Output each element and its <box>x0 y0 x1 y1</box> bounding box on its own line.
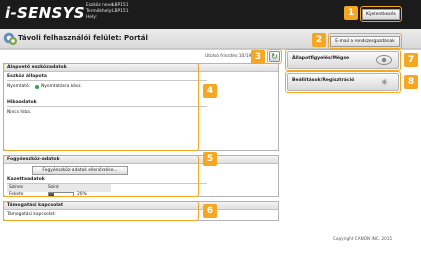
settings-icon: ✴ <box>379 76 390 89</box>
settings-registration-button[interactable]: Beállítások/Regisztráció ✴ <box>287 73 399 91</box>
divider <box>7 106 207 107</box>
divider <box>0 49 421 50</box>
toner-level-text: 20% <box>77 192 87 197</box>
annotation-marker-8: 8 <box>404 75 418 89</box>
device-status-heading: Eszköz állapota <box>7 74 47 79</box>
portal-icon <box>3 32 17 45</box>
consumables-panel: Fogyóeszköz-adatok Fogyóeszköz-adatok el… <box>3 155 279 197</box>
location-label: Hely: <box>86 15 97 20</box>
support-text: Támogatási kapcsolat: <box>7 212 56 217</box>
errors-heading: Hibaadatok <box>7 100 37 105</box>
annotation-marker-5: 5 <box>203 152 217 166</box>
cartridge-color: Fekete <box>9 192 24 197</box>
mail-admin-button[interactable]: E-mail a rendszergazdának <box>330 36 400 47</box>
annotation-marker-3: 3 <box>251 50 265 64</box>
printer-status: Nyomtatásra kész. <box>41 84 82 89</box>
support-panel: Támogatási kapcsolat Támogatási kapcsola… <box>3 201 279 221</box>
cartridge-heading: Kazettaadatok <box>7 177 45 182</box>
toner-level-bar <box>48 192 74 197</box>
ready-status-icon <box>35 85 39 89</box>
refresh-icon: ↻ <box>271 52 278 61</box>
location-row: Hely: <box>86 15 112 21</box>
col-level-header: Szint <box>48 185 59 190</box>
status-monitor-label: Állapotfigyelés/Mégse <box>292 56 350 61</box>
annotation-marker-2: 2 <box>312 33 326 47</box>
logout-button[interactable]: Kijelentkezés <box>362 9 400 20</box>
consumables-heading: Fogyóeszköz-adatok <box>4 156 278 164</box>
check-consumables-button[interactable]: Fogyóeszköz-adatok ellenőrzése... <box>32 166 128 175</box>
page-title: Távoli felhasználói felület: Portál <box>18 34 148 42</box>
refresh-button[interactable]: ↻ <box>269 51 280 62</box>
support-heading: Támogatási kapcsolat <box>4 202 278 210</box>
errors-text: Nincs hiba. <box>7 110 32 115</box>
annotation-marker-7: 7 <box>404 53 418 67</box>
isensys-logo: i-SENSYS <box>5 4 85 22</box>
settings-registration-label: Beállítások/Regisztráció <box>292 78 355 83</box>
product-name-value: LBP151 <box>112 9 129 14</box>
divider <box>7 80 207 81</box>
toner-level-fill <box>49 193 54 196</box>
printer-label: Nyomtató: <box>7 84 31 89</box>
eye-icon <box>376 55 392 65</box>
annotation-marker-6: 6 <box>203 204 217 218</box>
basic-info-panel: Alapvető eszközadatok Eszköz állapota Ny… <box>3 63 279 151</box>
copyright-text: Copyright CANON INC. 2015 <box>333 236 393 241</box>
status-monitor-button[interactable]: Állapotfigyelés/Mégse <box>287 51 399 69</box>
col-color-header: Színes <box>9 185 24 190</box>
basic-info-heading: Alapvető eszközadatok <box>4 64 278 72</box>
annotation-marker-4: 4 <box>203 84 217 98</box>
annotation-marker-1: 1 <box>344 6 358 20</box>
device-name-value: LBP151 <box>112 3 129 8</box>
